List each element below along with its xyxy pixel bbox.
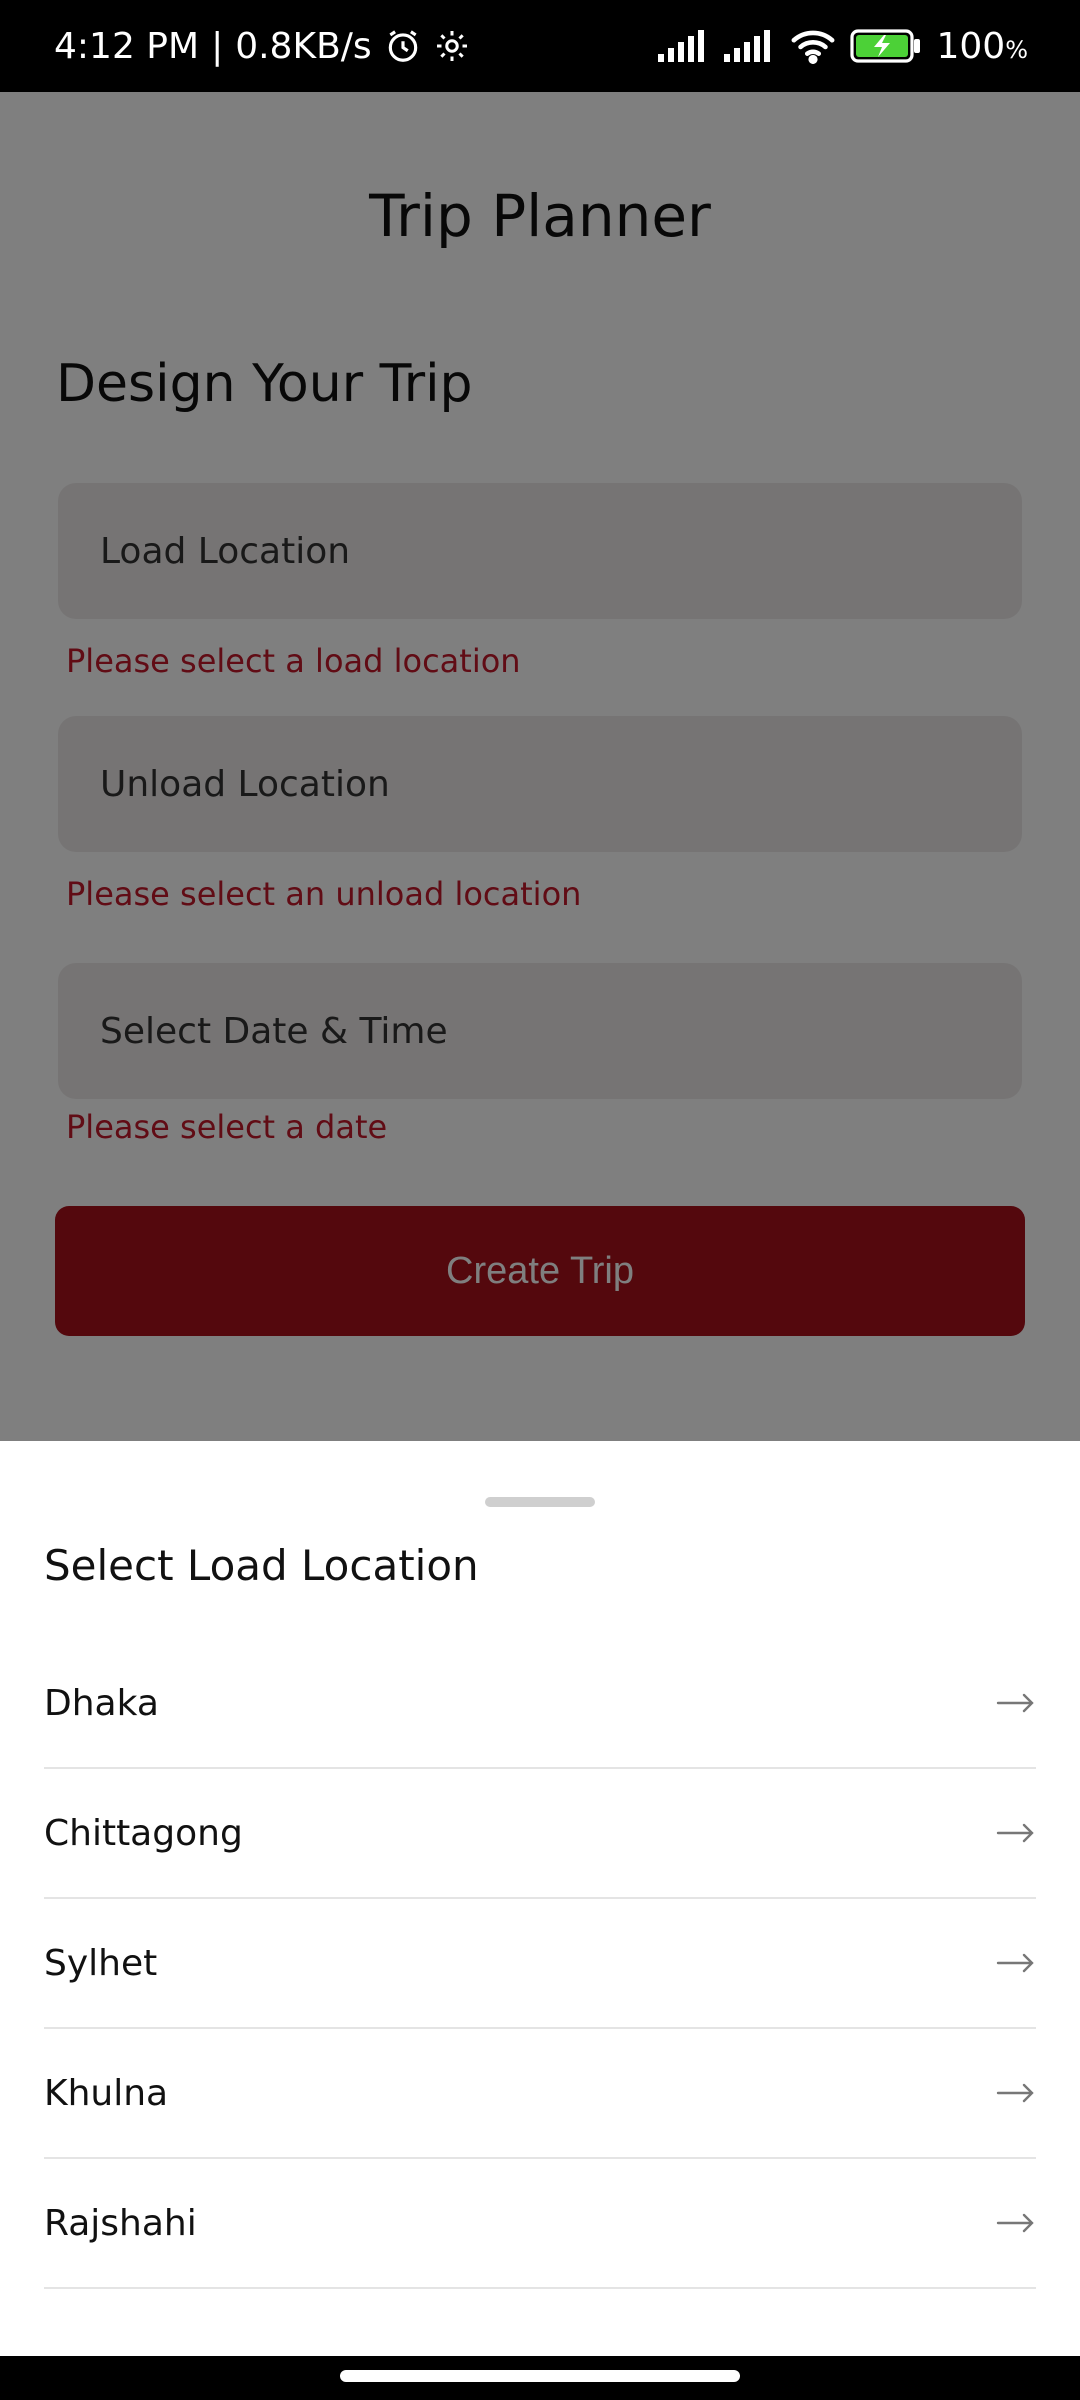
location-list: Dhaka Chittagong Sylhet Khulna Rajshahi xyxy=(44,1639,1036,2289)
status-left: 4:12 PM | 0.8KB/s xyxy=(54,26,470,67)
signal-icon xyxy=(724,30,776,62)
location-item-chittagong[interactable]: Chittagong xyxy=(44,1769,1036,1899)
wifi-icon xyxy=(790,28,836,64)
location-label: Sylhet xyxy=(44,1942,158,1984)
select-location-sheet: Select Load Location Dhaka Chittagong Sy… xyxy=(0,1441,1080,2356)
arrow-right-icon xyxy=(996,2211,1036,2235)
location-label: Dhaka xyxy=(44,1682,159,1724)
status-bar: 4:12 PM | 0.8KB/s 100% xyxy=(0,0,1080,92)
location-label: Chittagong xyxy=(44,1812,243,1854)
settings-icon xyxy=(434,28,470,64)
location-label: Khulna xyxy=(44,2072,169,2114)
location-item-sylhet[interactable]: Sylhet xyxy=(44,1899,1036,2029)
sheet-title: Select Load Location xyxy=(44,1541,479,1590)
modal-scrim[interactable] xyxy=(0,92,1080,1441)
arrow-right-icon xyxy=(996,1951,1036,1975)
battery-charging-icon xyxy=(850,29,922,63)
location-item-khulna[interactable]: Khulna xyxy=(44,2029,1036,2159)
location-label: Rajshahi xyxy=(44,2202,197,2244)
status-right: 100% xyxy=(658,26,1028,67)
location-item-dhaka[interactable]: Dhaka xyxy=(44,1639,1036,1769)
status-net-speed: 0.8KB/s xyxy=(235,25,372,67)
battery-level: 100% xyxy=(936,25,1028,67)
alarm-icon xyxy=(384,27,422,65)
arrow-right-icon xyxy=(996,2081,1036,2105)
home-indicator[interactable] xyxy=(340,2370,740,2382)
sheet-drag-handle[interactable] xyxy=(485,1497,595,1507)
status-time: 4:12 PM xyxy=(54,25,200,67)
signal-icon xyxy=(658,30,710,62)
status-separator: | xyxy=(211,25,224,67)
battery-unit: % xyxy=(1005,35,1028,64)
navigation-bar xyxy=(0,2356,1080,2400)
screen: 4:12 PM | 0.8KB/s 100% Select Load Locat… xyxy=(0,0,1080,2400)
arrow-right-icon xyxy=(996,1821,1036,1845)
arrow-right-icon xyxy=(996,1691,1036,1715)
location-item-rajshahi[interactable]: Rajshahi xyxy=(44,2159,1036,2289)
